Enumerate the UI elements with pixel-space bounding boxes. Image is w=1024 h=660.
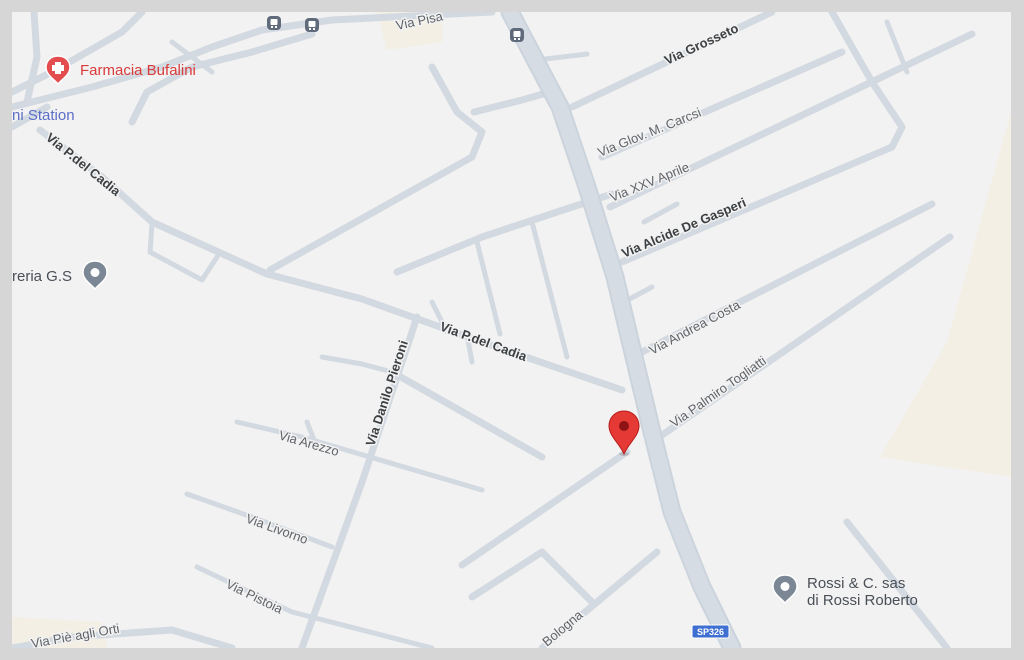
route-shield-sp326: SP326 — [691, 624, 730, 639]
business-label-line2: di Rossi Roberto — [807, 592, 918, 609]
route-shield-label: SP326 — [697, 627, 724, 637]
bus-stop-icon[interactable] — [510, 28, 524, 42]
map-background — [12, 12, 1011, 648]
station-label: ni Station — [12, 107, 75, 124]
bus-stop-icon[interactable] — [267, 16, 281, 30]
business-label-line1: Rossi & C. sas — [807, 575, 905, 592]
pharmacy-label: Farmacia Bufalini — [80, 62, 196, 79]
map-frame[interactable]: Via Pisa Via Grosseto Via Glov. M. Carcs… — [12, 12, 1011, 648]
station-poi[interactable]: ni Station — [12, 107, 75, 124]
bus-stop-icon[interactable] — [305, 18, 319, 32]
map-canvas[interactable]: Via Pisa Via Grosseto Via Glov. M. Carcs… — [12, 12, 1011, 648]
shop-gs-label: reria G.S — [12, 268, 72, 285]
